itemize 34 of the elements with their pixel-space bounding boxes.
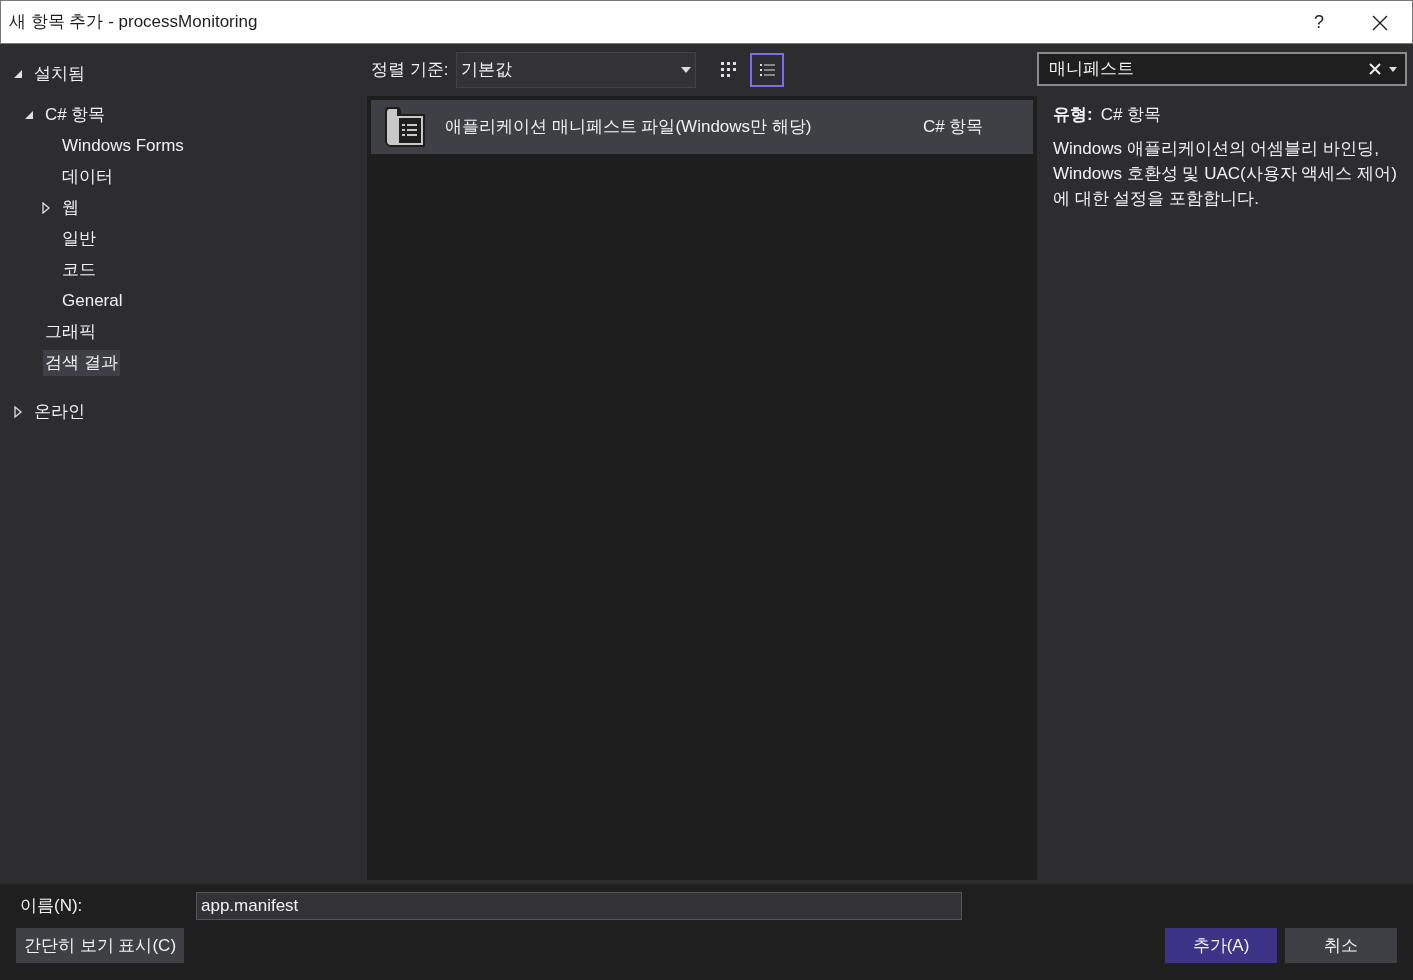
collapsed-arrow-icon[interactable] [40, 201, 52, 214]
tree-item[interactable]: 일반 [60, 225, 98, 252]
tree-item[interactable]: 코드 [60, 256, 98, 283]
template-type: C# 항목 [923, 116, 984, 139]
tree-item[interactable]: Windows Forms [60, 132, 186, 159]
search-input[interactable]: 매니페스트 [1047, 55, 1369, 83]
add-button[interactable]: 추가(A) [1165, 928, 1277, 963]
search-field[interactable]: 매니페스트 [1037, 52, 1407, 86]
sort-label: 정렬 기준: [371, 59, 449, 82]
window-title: 새 항목 추가 - processMonitoring [9, 11, 259, 34]
tree-item[interactable]: General [60, 287, 125, 314]
compact-view-button[interactable]: 간단히 보기 표시(C) [16, 928, 185, 963]
template-name: 애플리케이션 매니페스트 파일(Windows만 해당) [445, 116, 813, 139]
caret-icon [681, 67, 692, 73]
template-item[interactable]: 애플리케이션 매니페스트 파일(Windows만 해당) C# 항목 [371, 100, 1033, 154]
name-label: 이름(N): [19, 895, 84, 918]
tree-item[interactable]: 검색 결과 [43, 349, 120, 376]
tree-item[interactable]: 온라인 [32, 398, 87, 425]
list-view-button[interactable] [750, 53, 785, 87]
sort-dropdown[interactable]: 기본값 [456, 52, 697, 88]
tree-item[interactable]: C# 항목 [43, 101, 108, 128]
tree-item[interactable]: 데이터 [60, 163, 115, 190]
collapsed-arrow-icon[interactable] [12, 405, 24, 418]
type-label: 유형: [1053, 105, 1093, 124]
name-field[interactable]: app.manifest [196, 892, 962, 920]
tree-item[interactable]: 설치됨 [32, 60, 87, 87]
caret-icon[interactable] [1389, 66, 1397, 72]
type-value: C# 항목 [1100, 105, 1162, 124]
tree-item[interactable]: 웹 [60, 194, 81, 221]
description-text: Windows 애플리케이션의 어셈블리 바인딩, Windows 호환성 및 UAC(사용자 액세스 제어)에 대한 설정을 포함합니다. [1053, 137, 1397, 210]
cancel-button[interactable]: 취소 [1285, 928, 1397, 963]
clear-icon[interactable] [1369, 63, 1381, 75]
help-button[interactable]: ? [1314, 8, 1324, 36]
tree-item[interactable]: 그래픽 [43, 318, 98, 345]
